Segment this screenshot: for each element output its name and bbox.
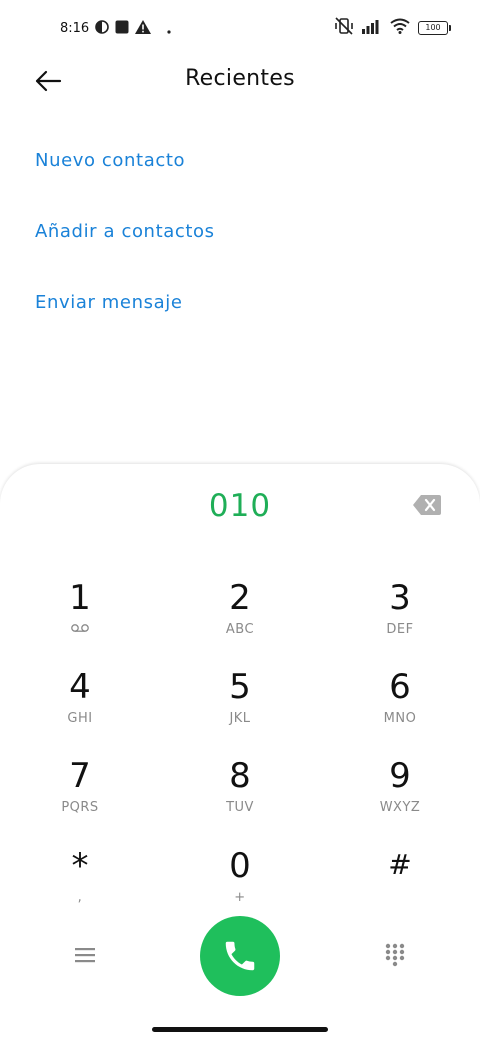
voicemail-icon	[20, 622, 140, 637]
status-left: 8:16	[60, 18, 171, 38]
menu-icon	[75, 948, 95, 963]
key-3[interactable]: 3 DEF	[340, 578, 460, 658]
key-letters: TUV	[226, 800, 254, 815]
key-digit: 9	[389, 756, 411, 796]
key-letters: ABC	[225, 622, 255, 637]
add-to-contacts-link[interactable]: Añadir a contactos	[35, 221, 215, 242]
key-6[interactable]: 6 MNO	[340, 667, 460, 747]
status-right: 100	[334, 17, 451, 39]
key-letters: DEF	[386, 622, 414, 637]
key-hash[interactable]: #	[340, 846, 460, 926]
keypad-icon	[385, 943, 405, 967]
key-digit: 3	[389, 578, 411, 618]
home-indicator[interactable]	[152, 1027, 328, 1032]
keypad-toggle-button[interactable]	[376, 936, 414, 974]
key-5[interactable]: 5 JKL	[180, 667, 300, 747]
key-7[interactable]: 7 PQRS	[20, 756, 140, 836]
wifi-icon	[390, 18, 410, 38]
key-letters: MNO	[383, 711, 417, 726]
key-digit: 1	[69, 578, 91, 618]
alert-icon	[135, 19, 152, 38]
key-letters: +	[234, 890, 246, 905]
key-digit: 8	[229, 756, 251, 796]
signal-icon	[362, 18, 382, 38]
key-digit: 2	[229, 578, 251, 618]
key-4[interactable]: 4 GHI	[20, 667, 140, 747]
status-bar: 8:16 100	[0, 0, 480, 56]
key-letters: ,	[77, 890, 83, 905]
key-letters: PQRS	[61, 800, 99, 815]
dot-icon	[167, 19, 171, 38]
key-digit: 7	[69, 756, 91, 796]
key-digit: 5	[229, 667, 251, 707]
key-9[interactable]: 9 WXYZ	[340, 756, 460, 836]
key-2[interactable]: 2 ABC	[180, 578, 300, 658]
battery-icon: 100	[418, 21, 451, 35]
status-time: 8:16	[60, 20, 90, 36]
backspace-button[interactable]	[412, 494, 442, 516]
key-digit: *	[71, 846, 89, 886]
key-letters: GHI	[67, 711, 93, 726]
page-title: Recientes	[185, 66, 295, 91]
key-star[interactable]: * ,	[20, 846, 140, 926]
key-8[interactable]: 8 TUV	[180, 756, 300, 836]
phone-icon	[225, 941, 255, 971]
key-digit: 6	[389, 667, 411, 707]
menu-button[interactable]	[66, 936, 104, 974]
call-button[interactable]	[200, 916, 280, 996]
new-contact-link[interactable]: Nuevo contacto	[35, 150, 185, 171]
key-1[interactable]: 1	[20, 578, 140, 658]
send-message-link[interactable]: Enviar mensaje	[35, 292, 183, 313]
data-saver-icon	[95, 19, 110, 38]
key-letters: JKL	[229, 711, 251, 726]
key-digit: 4	[69, 667, 91, 707]
dialed-number[interactable]: 010	[0, 488, 480, 524]
key-digit: 0	[229, 846, 251, 886]
key-letters: WXYZ	[379, 800, 421, 815]
vibrate-off-icon	[334, 17, 354, 39]
key-digit: #	[388, 848, 412, 881]
key-0[interactable]: 0 +	[180, 846, 300, 926]
square-notification-icon	[115, 19, 129, 38]
backspace-icon	[413, 495, 441, 515]
